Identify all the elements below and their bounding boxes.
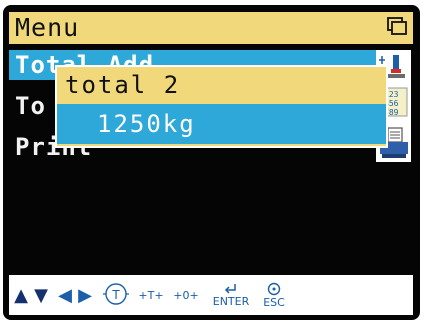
title-bar: Menu [9,12,413,44]
menu-title: Menu [15,13,80,42]
tare-key[interactable]: T [101,275,131,315]
total-popup: total 2 1250kg [55,65,388,148]
esc-key[interactable]: ESC [257,275,291,315]
enter-icon [224,283,236,294]
right-arrow-key[interactable]: ▶ [75,275,95,315]
window-icon[interactable] [387,17,407,35]
key-bar: ▲ ▼ ◀ ▶ T +T+ +0+ ENTER ESC [9,275,413,315]
left-arrow-key[interactable]: ◀ [55,275,75,315]
esc-label: ESC [263,295,285,309]
popup-title: total 2 [65,71,181,99]
up-arrow-key[interactable]: ▲ [11,275,31,315]
tare-plus-key[interactable]: +T+ [134,275,168,315]
down-arrow-key[interactable]: ▼ [31,275,51,315]
svg-text:T: T [111,288,120,302]
esc-icon [267,282,281,295]
enter-label: ENTER [212,294,250,308]
menu-item-label: To [15,92,46,120]
popup-value-bar: 1250kg [57,104,386,144]
popup-value: 1250kg [97,110,196,138]
device-screen: Menu Total Add To Print 123 456 789 [3,5,420,320]
zero-key[interactable]: +0+ [169,275,203,315]
enter-key[interactable]: ENTER [207,275,255,315]
